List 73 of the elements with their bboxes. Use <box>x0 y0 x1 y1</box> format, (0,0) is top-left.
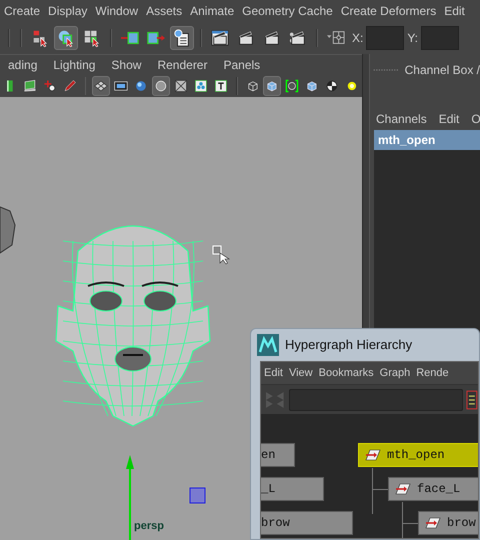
menu-item[interactable]: Create <box>0 0 44 22</box>
locator-square-drawing <box>189 487 207 505</box>
mesh-icon <box>174 78 188 94</box>
crosshair-dropdown-icon <box>327 29 345 47</box>
menu-item[interactable]: Geometry Cache <box>238 0 337 22</box>
output-arrow-icon <box>147 29 165 47</box>
menu-item[interactable]: Renderer <box>149 55 216 75</box>
object-select-icon <box>57 29 75 47</box>
input-field[interactable] <box>288 388 464 410</box>
monitor-icon <box>22 78 37 94</box>
grip-icon <box>373 67 399 73</box>
mesh-fragment-drawing <box>0 205 16 255</box>
menu-item[interactable]: Assets <box>142 0 186 22</box>
render-window-icon <box>211 29 229 47</box>
menu-item[interactable]: Edit <box>438 108 460 130</box>
menu-item[interactable]: Lighting <box>45 55 104 75</box>
clapperboard-icon <box>263 29 281 47</box>
menu-item[interactable]: Animate <box>186 0 238 22</box>
node-label: brow <box>447 515 476 532</box>
clapperboard-icon <box>237 29 255 47</box>
menu-item[interactable]: ading <box>0 55 46 75</box>
document-clock-icon <box>173 29 191 47</box>
menu-item[interactable]: O <box>471 108 480 130</box>
sphere-icon <box>134 78 148 94</box>
camera-label: persp <box>134 519 164 534</box>
input-field[interactable] <box>366 26 404 50</box>
menu-item[interactable]: Graph <box>376 362 414 384</box>
transform-node-icon <box>425 517 441 529</box>
grid-plane-icon <box>94 78 108 94</box>
menu-item[interactable]: Panels <box>215 55 268 75</box>
hierarchy-select-icon <box>31 29 49 47</box>
nodes-icon <box>194 78 208 94</box>
circle-icon <box>154 78 168 94</box>
text-icon <box>214 78 228 94</box>
window-title: Hypergraph Hierarchy <box>285 336 412 354</box>
menu-item[interactable]: View <box>286 362 316 384</box>
app-logo-icon <box>257 334 279 356</box>
menu-item[interactable]: Rende <box>413 362 452 384</box>
menu-item[interactable]: Edit <box>261 362 286 384</box>
menu-item[interactable]: Window <box>91 0 142 22</box>
transform-node-icon <box>395 483 411 495</box>
graph-node[interactable]: brow <box>418 511 478 535</box>
tool-button[interactable] <box>152 76 170 96</box>
node-label: face_L <box>417 481 460 498</box>
node-label: mth_open <box>387 447 445 464</box>
graph-node[interactable]: face_L <box>388 477 478 501</box>
field-label: Y: <box>407 30 418 47</box>
field-label: X: <box>352 30 364 47</box>
panel-title: Channel Box / <box>404 62 480 79</box>
graph-node[interactable]: mth_open <box>358 443 478 467</box>
component-select-icon <box>83 29 101 47</box>
crosshair-magnifier-icon <box>42 78 57 94</box>
bracket-sphere-icon <box>285 78 300 94</box>
input-field[interactable] <box>421 26 460 50</box>
graph-node[interactable]: _L <box>261 477 324 501</box>
menu-item[interactable]: Show <box>103 55 150 75</box>
tool-button[interactable] <box>170 26 194 50</box>
input-arrow-icon <box>121 29 139 47</box>
list-item[interactable]: mth_open <box>374 130 480 150</box>
menu-item[interactable]: Display <box>44 0 92 22</box>
menu-item[interactable]: Bookmarks <box>316 362 377 384</box>
graph-node[interactable]: brow <box>261 511 353 535</box>
pencil-icon <box>62 78 77 94</box>
menu-item[interactable]: Channels <box>376 108 427 130</box>
checker-ball-icon <box>325 78 339 94</box>
cursor-icon <box>212 245 232 265</box>
tool-button[interactable] <box>263 76 282 96</box>
tool-button[interactable] <box>92 76 110 96</box>
graph-node[interactable]: en <box>261 443 295 467</box>
clapperboard-icon <box>289 29 307 47</box>
transform-node-icon <box>365 449 381 461</box>
menu-item[interactable]: Create Deformers <box>336 0 440 22</box>
menu-item[interactable]: Edit <box>440 0 469 22</box>
